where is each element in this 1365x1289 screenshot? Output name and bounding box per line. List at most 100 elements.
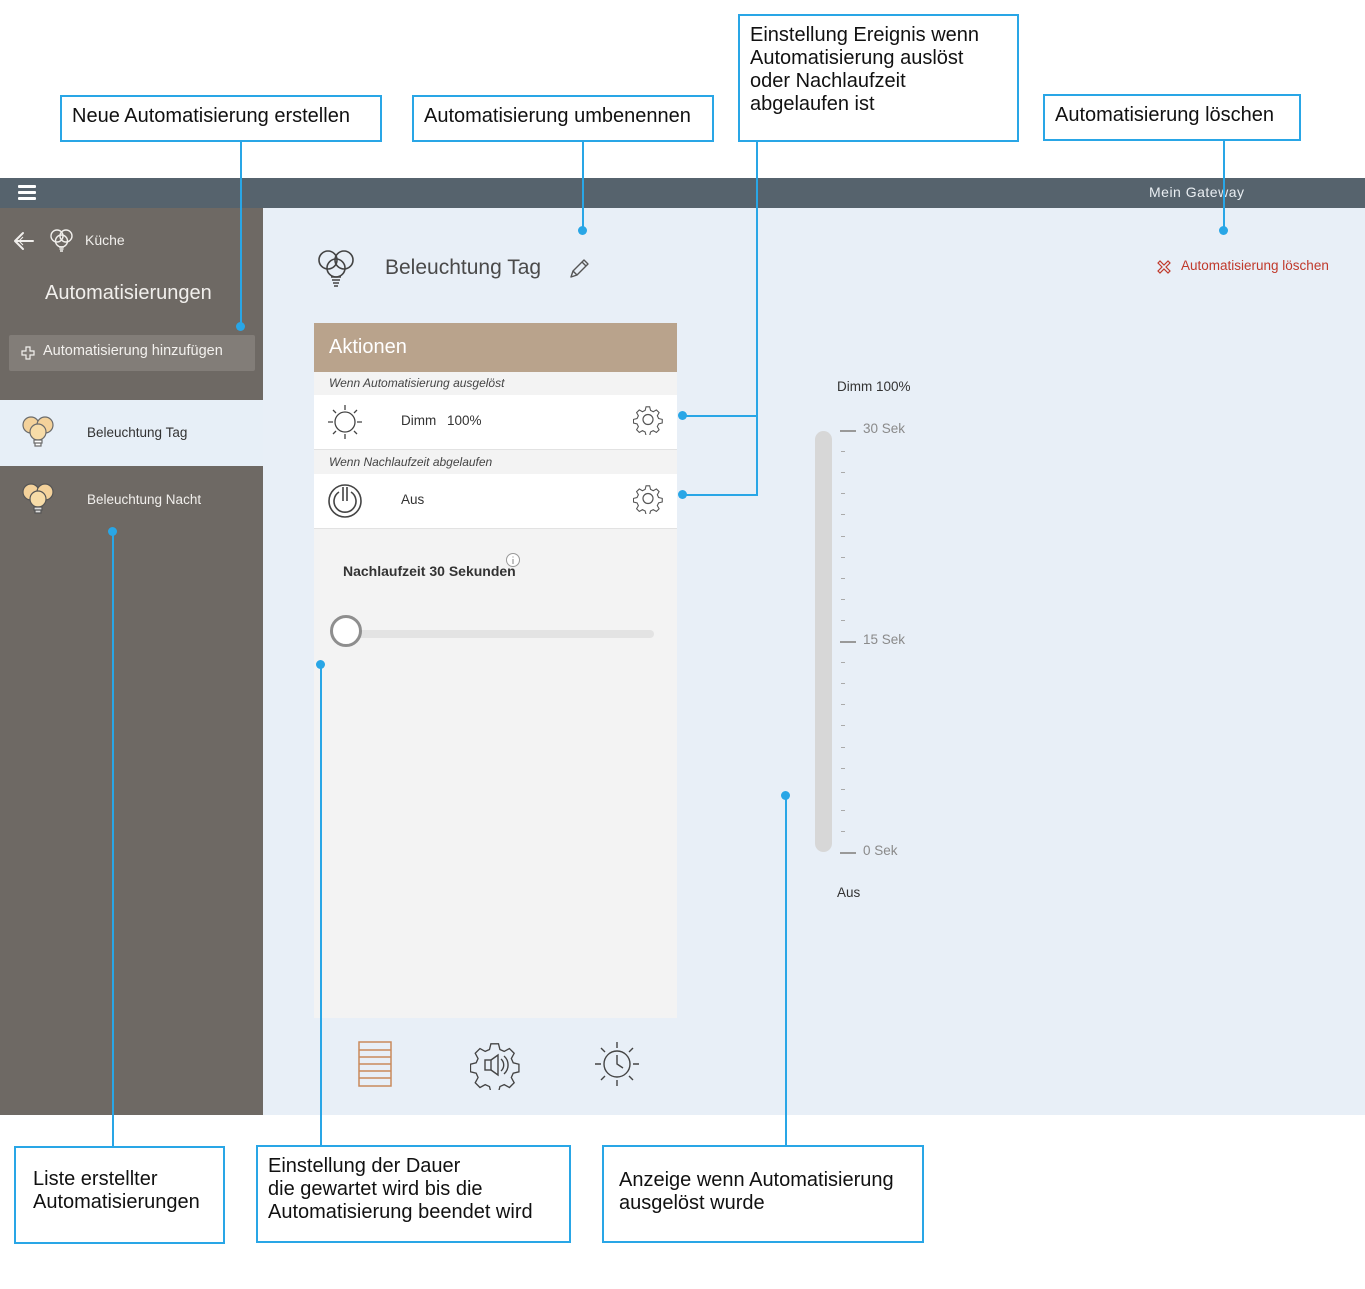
timeline-tick-label: 15 Sek [863,632,906,647]
annotation-dot [108,527,117,536]
automation-list-item-label: Beleuchtung Nacht [87,492,202,507]
timeline-minor-tick [841,556,845,558]
delete-automation-label: Automatisierung löschen [1181,258,1329,273]
add-automation-label: Automatisierung hinzufügen [43,343,223,359]
timeline-bottom-label: Aus [837,885,861,900]
annotation-text: Anzeige wenn Automatisierung [619,1169,894,1191]
sidebar-title: Automatisierungen [45,282,212,304]
plus-icon [21,346,35,360]
automation-title: Beleuchtung Tag [385,256,542,279]
timeline-minor-tick [841,746,845,748]
timeline-tick-label: 0 Sek [863,843,898,858]
timeline-minor-tick [841,598,845,600]
annotation-line [320,664,322,1146]
gear-icon[interactable] [633,484,663,514]
timeline-minor-tick [841,493,845,495]
annotation-dot [678,411,687,420]
menu-icon[interactable] [18,185,36,201]
timeline-minor-tick [841,830,845,832]
timeline-major-tick [840,852,856,854]
close-x-icon [1157,260,1171,274]
timeline-major-tick [840,430,856,432]
annotation-dot [781,791,790,800]
annotation-text: Neue Automatisierung erstellen [72,105,350,127]
expire-caption: Wenn Nachlaufzeit abgelaufen [329,455,493,469]
annotation-text: die gewartet wird bis die [268,1178,483,1200]
annotation-text: Automatisierungen [33,1191,200,1213]
annotation-dot [578,226,587,235]
timeline-minor-tick [841,662,845,664]
timeline-minor-tick [841,725,845,727]
annotation-dot [316,660,325,669]
annotation-text: Automatisierung umbenennen [424,105,691,127]
gear-icon[interactable] [633,405,663,435]
bulbs-icon [318,250,354,287]
list-icon[interactable] [356,1040,394,1088]
automation-list-item[interactable]: Beleuchtung Nacht [0,467,263,533]
timeline-minor-tick [841,704,845,706]
annotation-text: Automatisierung löschen [1055,104,1275,126]
trigger-action-label: Dimm [401,413,437,428]
gateway-name[interactable]: Mein Gateway [1149,184,1244,200]
annotation-text: Einstellung der Dauer [268,1155,461,1177]
add-automation-button[interactable]: Automatisierung hinzufügen [9,335,255,371]
actions-header-label: Aktionen [329,336,407,358]
runtime-label: Nachlaufzeit 30 Sekunden [343,563,516,579]
timeline-minor-tick [841,788,845,790]
bulbs-icon [22,416,54,447]
room-label[interactable]: Küche [85,232,125,248]
annotation-delete: Automatisierung löschen [1043,94,1301,141]
timeline-minor-tick [841,767,845,769]
info-icon[interactable] [505,552,521,568]
annotation-rename: Automatisierung umbenennen [412,95,714,142]
annotation-line [112,531,114,1147]
sun-clock-icon[interactable] [593,1040,641,1088]
timeline-minor-tick [841,619,845,621]
timeline-minor-tick [841,514,845,516]
sensor-gear-icon[interactable] [470,1040,520,1090]
annotation-display: Anzeige wenn Automatisierung ausgelöst w… [602,1145,924,1243]
annotation-text: Liste erstellter [33,1168,158,1190]
trigger-action-value: 100% [447,413,482,428]
back-arrow-icon[interactable] [12,230,36,252]
timeline-minor-tick [841,577,845,579]
annotation-text: ausgelöst wurde [619,1192,765,1214]
annotation-duration: Einstellung der Dauer die gewartet wird … [256,1145,571,1243]
timeline-minor-tick [841,451,845,453]
power-icon [328,484,362,518]
timeline-minor-tick [841,535,845,537]
bulbs-icon [50,229,73,252]
timeline-minor-tick [841,472,845,474]
annotation-text: Einstellung Ereignis wenn [750,24,980,46]
annotation-new: Neue Automatisierung erstellen [60,95,382,142]
annotation-line [682,415,758,417]
timeline-minor-tick [841,683,845,685]
trigger-action-row[interactable]: Dimm 100% [314,395,677,450]
automation-list-item[interactable]: Beleuchtung Tag [0,400,263,466]
runtime-slider-track[interactable] [348,630,654,638]
runtime-slider-handle[interactable] [330,615,362,647]
annotation-line [1223,140,1225,230]
timeline-bar [815,431,832,852]
annotation-dot [678,490,687,499]
annotation-line [682,494,758,496]
timeline-major-tick [840,641,856,643]
annotation-dot [1219,226,1228,235]
pencil-icon[interactable] [566,256,592,282]
bulbs-icon [22,483,54,514]
annotation-line [785,796,787,1146]
automation-list-item-label: Beleuchtung Tag [87,425,188,440]
annotation-line [756,141,758,496]
annotation-line [582,141,584,230]
sun-icon [328,405,362,439]
annotation-line [240,141,242,327]
annotation-list: Liste erstellter Automatisierungen [14,1146,225,1244]
annotation-dot [236,322,245,331]
annotation-text: Automatisierung beendet wird [268,1201,533,1223]
expire-action-row[interactable]: Aus [314,474,677,529]
annotation-text: Automatisierung auslöst [750,47,964,69]
trigger-caption: Wenn Automatisierung ausgelöst [329,376,505,390]
timeline-tick-label: 30 Sek [863,421,906,436]
annotation-text: oder Nachlaufzeit [750,70,906,92]
timeline-top-label: Dimm 100% [837,379,911,394]
